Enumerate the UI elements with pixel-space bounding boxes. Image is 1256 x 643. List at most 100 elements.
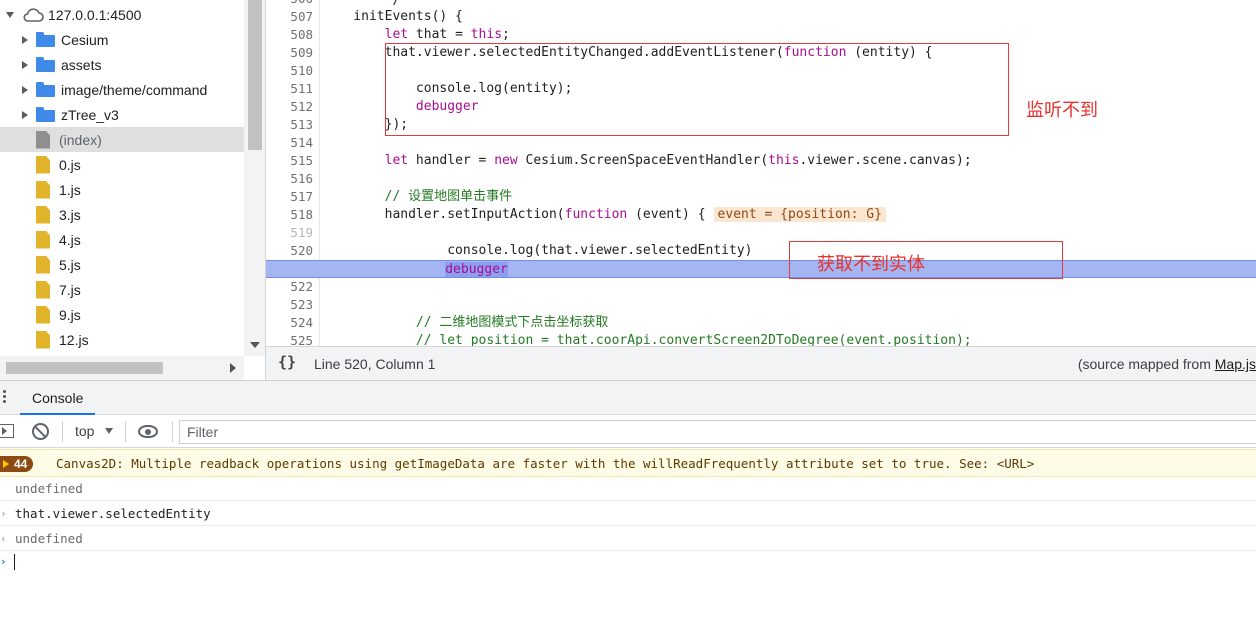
code-keyword: let	[384, 27, 409, 42]
code-keyword: function	[564, 207, 628, 222]
file-tree-panel: 127.0.0.1:4500 Cesium assets image/theme…	[0, 0, 266, 380]
console-messages[interactable]: 44 Canvas2D: Multiple readback operation…	[0, 448, 1256, 643]
code-line: let that = this;	[322, 26, 1256, 44]
folder-icon	[36, 32, 55, 47]
line-number[interactable]: 508	[269, 26, 313, 44]
tree-file[interactable]: 0.js	[0, 152, 244, 177]
line-number[interactable]: 520	[269, 242, 313, 260]
line-number-gutter[interactable]: 5065075085095105115125135145155165175185…	[266, 0, 320, 346]
console-prompt[interactable]: ›	[0, 549, 1256, 574]
line-number[interactable]: 518	[269, 206, 313, 224]
code-text: ;	[502, 27, 510, 42]
toolbar-divider	[62, 421, 63, 442]
tree-file[interactable]: 7.js	[0, 277, 244, 302]
prompt-chevron-icon: ›	[0, 555, 7, 568]
chevron-down-icon[interactable]	[105, 428, 113, 434]
chevron-right-icon[interactable]	[20, 35, 30, 45]
result-chevron-icon: ‹	[0, 532, 7, 545]
console-warning-message[interactable]: 44 Canvas2D: Multiple readback operation…	[0, 449, 1256, 477]
js-file-icon	[36, 155, 50, 174]
annotation-listener-note: 监听不到	[1026, 100, 1098, 121]
clear-console-icon[interactable]	[32, 423, 49, 440]
line-number[interactable]: 507	[269, 8, 313, 26]
line-number[interactable]: 511	[269, 80, 313, 98]
line-number[interactable]: 514	[269, 134, 313, 152]
tree-file-index[interactable]: (index)	[0, 127, 244, 152]
scrollbar-thumb[interactable]	[248, 0, 262, 150]
tree-folder-image-theme-command[interactable]: image/theme/command	[0, 77, 244, 102]
js-file-icon	[36, 180, 50, 199]
pretty-print-icon[interactable]: {}	[278, 353, 296, 371]
tree-vertical-scrollbar[interactable]	[244, 0, 265, 356]
js-file-icon	[36, 255, 50, 274]
tree-folder-ztree[interactable]: zTree_v3	[0, 102, 244, 127]
js-file-icon	[36, 330, 50, 349]
more-options-icon[interactable]	[2, 388, 8, 408]
tree-file[interactable]: 1.js	[0, 177, 244, 202]
tree-file-label: 4.js	[59, 231, 81, 248]
chevron-down-icon[interactable]	[6, 10, 16, 20]
code-text: handler.setInputAction(	[322, 207, 565, 222]
text-cursor	[14, 554, 15, 570]
chevron-right-icon[interactable]	[20, 110, 30, 120]
code-comment: // let position = that.coorApi.convertSc…	[415, 333, 972, 346]
tree-file[interactable]: 5.js	[0, 252, 244, 277]
tree-file-label: 0.js	[59, 156, 81, 173]
tree-file-label: 3.js	[59, 206, 81, 223]
scrollbar-thumb[interactable]	[6, 362, 163, 374]
warning-count-badge[interactable]: 44	[0, 456, 34, 472]
tree-horizontal-scrollbar[interactable]	[0, 356, 244, 380]
console-filter-input[interactable]	[179, 420, 1256, 444]
code-keyword: new	[494, 153, 518, 168]
chevron-right-icon[interactable]	[20, 85, 30, 95]
input-chevron-icon: ›	[0, 507, 7, 520]
folder-icon	[36, 57, 55, 72]
tree-file[interactable]: 9.js	[0, 302, 244, 327]
line-number[interactable]: 512	[269, 98, 313, 116]
line-number[interactable]: 525	[269, 332, 313, 346]
scroll-down-arrow-icon[interactable]	[250, 342, 260, 348]
file-icon	[36, 130, 50, 149]
source-code-editor[interactable]: 5065075085095105115125135145155165175185…	[266, 0, 1256, 346]
show-sidebar-icon[interactable]	[0, 424, 14, 438]
line-number[interactable]: 517	[269, 188, 313, 206]
line-number[interactable]: 515	[269, 152, 313, 170]
context-selector[interactable]: top	[75, 423, 94, 439]
line-number[interactable]: 516	[269, 170, 313, 188]
line-number[interactable]: 524	[269, 314, 313, 332]
line-number[interactable]: 519	[269, 224, 313, 242]
scroll-right-arrow-icon[interactable]	[230, 363, 236, 373]
console-toolbar: top	[0, 415, 1256, 448]
toolbar-divider	[125, 421, 126, 442]
js-file-icon	[36, 305, 50, 324]
code-keyword: let	[384, 153, 409, 168]
line-number[interactable]: 506	[269, 0, 313, 8]
tree-file-label: 5.js	[59, 256, 81, 273]
tree-folder-label: Cesium	[61, 31, 109, 48]
line-number[interactable]: 522	[269, 278, 313, 296]
js-file-icon	[36, 205, 50, 224]
tree-folder-assets[interactable]: assets	[0, 52, 244, 77]
tab-console[interactable]: Console	[20, 381, 96, 415]
toolbar-divider	[172, 421, 173, 442]
tree-root-host[interactable]: 127.0.0.1:4500	[0, 2, 244, 27]
chevron-right-icon[interactable]	[20, 60, 30, 70]
tree-file-label: 1.js	[59, 181, 81, 198]
current-execution-line: debugger	[320, 260, 1256, 278]
tree-file[interactable]: 3.js	[0, 202, 244, 227]
line-number[interactable]: 510	[269, 62, 313, 80]
console-input-row: › that.viewer.selectedEntity	[0, 501, 1256, 526]
live-expression-eye-icon[interactable]	[138, 425, 158, 438]
tree-file[interactable]: 12.js	[0, 327, 244, 352]
code-line: handler.setInputAction(function (event) …	[322, 206, 1256, 224]
line-number[interactable]: 523	[269, 296, 313, 314]
tree-file[interactable]: 4.js	[0, 227, 244, 252]
console-result-row: ‹ undefined	[0, 526, 1256, 551]
execution-line-gutter-highlight	[266, 260, 320, 278]
source-map-link[interactable]: Map.js	[1215, 356, 1256, 372]
line-number[interactable]: 509	[269, 44, 313, 62]
line-number[interactable]: 513	[269, 116, 313, 134]
code-keyword: debugger	[445, 262, 508, 277]
folder-icon	[36, 82, 55, 97]
tree-folder-cesium[interactable]: Cesium	[0, 27, 244, 52]
